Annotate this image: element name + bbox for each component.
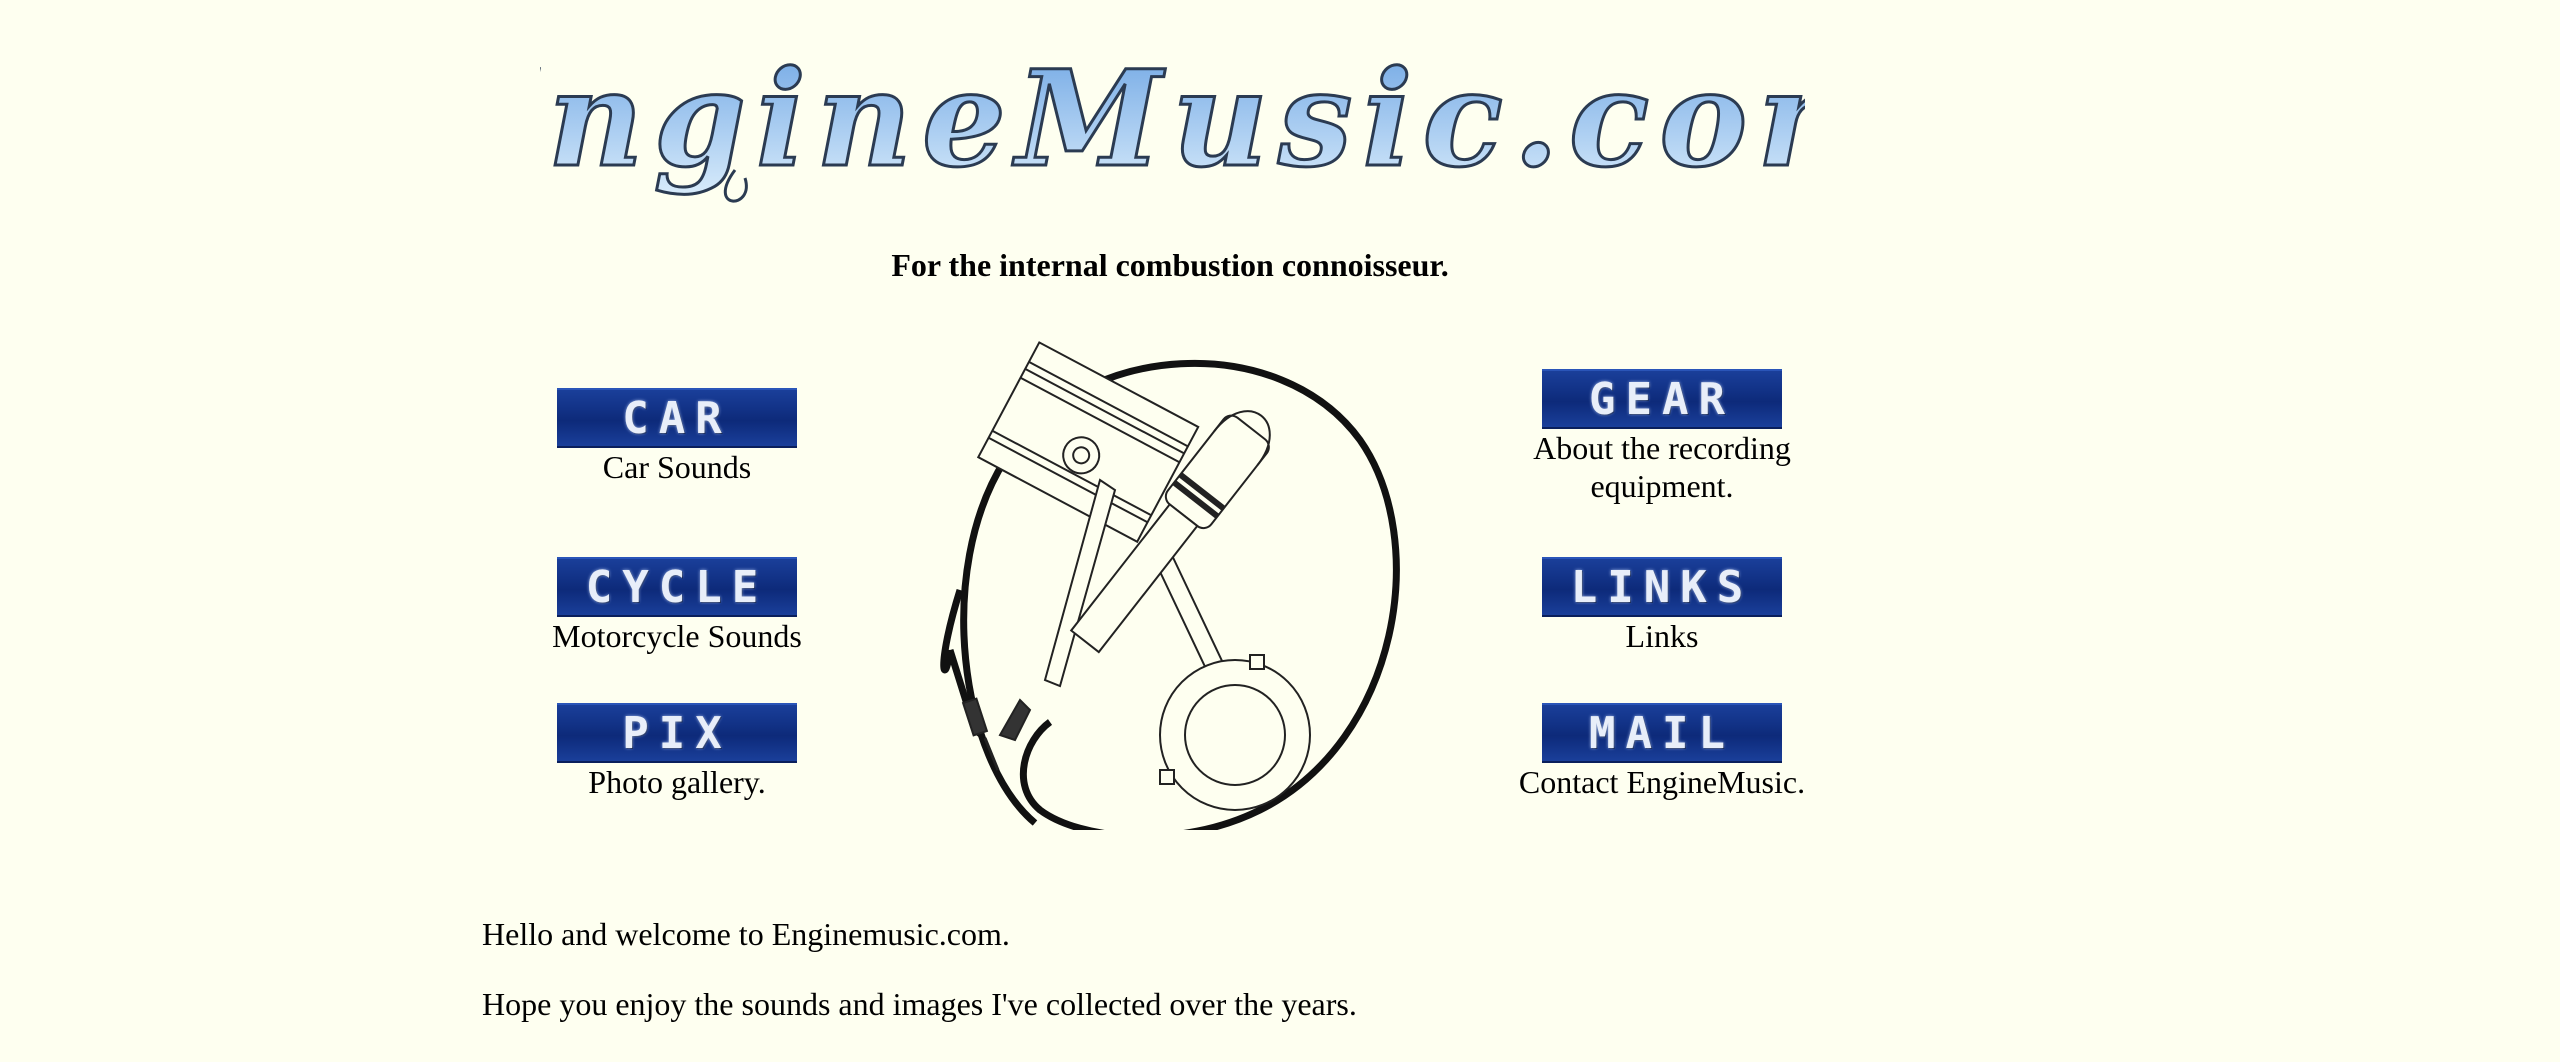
- nav-gear: GEAR About the recording equipment.: [1497, 369, 1827, 505]
- nav-links: LINKS Links: [1497, 557, 1827, 655]
- intro-line-1: Hello and welcome to Enginemusic.com.: [482, 916, 1010, 952]
- car-description: Car Sounds: [602, 449, 752, 485]
- intro-line-2: Hope you enjoy the sounds and images I'v…: [482, 986, 1357, 1022]
- pix-description: Photo gallery.: [588, 764, 766, 800]
- cycle-description: Motorcycle Sounds: [552, 618, 802, 654]
- nav-cycle: CYCLE Motorcycle Sounds: [512, 557, 842, 655]
- cycle-button[interactable]: CYCLE: [557, 557, 797, 617]
- gear-button[interactable]: GEAR: [1542, 369, 1782, 429]
- mail-button[interactable]: MAIL: [1542, 703, 1782, 763]
- gear-description: About the recording equipment.: [1533, 430, 1791, 504]
- links-description: Links: [1625, 618, 1699, 654]
- mail-description: Contact EngineMusic.: [1518, 764, 1806, 800]
- piston-microphone-icon: [930, 340, 1410, 830]
- car-button[interactable]: CAR: [557, 388, 797, 448]
- tagline: For the internal combustion connoisseur.: [891, 247, 1449, 283]
- nav-car: CAR Car Sounds: [512, 388, 842, 486]
- links-button[interactable]: LINKS: [1542, 557, 1782, 617]
- nav-pix: PIX Photo gallery.: [512, 703, 842, 801]
- page: EngineMusic.com For the internal combust…: [0, 0, 2560, 1062]
- intro-text: Hello and welcome to Enginemusic.com. Ho…: [482, 915, 1357, 1055]
- nav-mail: MAIL Contact EngineMusic.: [1497, 703, 1827, 801]
- pix-button[interactable]: PIX: [557, 703, 797, 763]
- site-logo[interactable]: EngineMusic.com: [540, 60, 1805, 210]
